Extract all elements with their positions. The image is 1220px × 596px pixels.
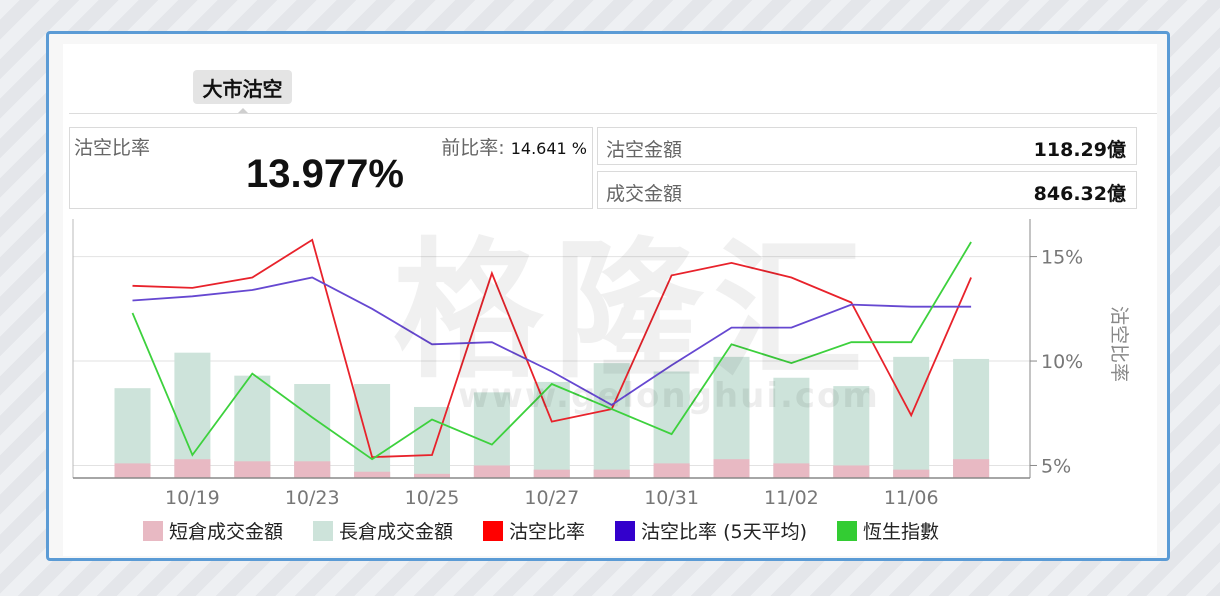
x-tick-label: 10/27 (524, 487, 579, 509)
short-turnover-bar-front (773, 463, 810, 478)
legend-swatch (837, 520, 858, 541)
short-turnover-bar-front (114, 463, 151, 478)
short-turnover-bar-front (473, 465, 510, 478)
long-turnover-bar (354, 384, 391, 478)
legend-label: 恆生指數 (863, 521, 940, 543)
short-turnover-bar-front (833, 465, 870, 478)
legend-swatch (313, 520, 334, 541)
y-tick-label: 10% (1041, 351, 1083, 373)
short-turnover-bar-front (354, 471, 391, 478)
short-turnover-bar-front (653, 463, 690, 478)
x-tick-label: 10/25 (405, 487, 460, 509)
long-turnover-bar (773, 377, 810, 478)
legend-label: 沽空比率 (5天平均) (641, 521, 808, 543)
short-turnover-bar-front (174, 459, 211, 478)
short-selling-chart: 15% 10% 5% 10/19 10/23 10/25 10/27 10/31 11/02 11… (72, 219, 1130, 509)
short-turnover-bar-front (953, 459, 990, 478)
widget-panel: 大市沽空 沽空比率 前比率: 14.641 % 13.977% 沽空金額 118… (63, 44, 1157, 556)
long-turnover-bar (833, 386, 870, 478)
legend-item: 長倉成交金額 (313, 517, 453, 544)
long-turnover-bar (893, 356, 930, 478)
chart-legend: 短倉成交金額 長倉成交金額 沽空比率 沽空比率 (5天平均) 恆生指數 (143, 517, 939, 544)
legend-item: 沽空比率 (483, 517, 585, 544)
short-turnover-bar-front (893, 469, 930, 478)
y-tick-label: 5% (1041, 455, 1071, 477)
x-tick-label: 10/31 (644, 487, 699, 509)
legend-swatch (483, 520, 504, 541)
short-turnover-bar-front (533, 469, 570, 478)
legend-swatch (143, 520, 163, 541)
legend-item: 沽空比率 (5天平均) (615, 517, 807, 544)
short-turnover-bar-front (713, 459, 750, 478)
y-tick-label: 15% (1041, 247, 1083, 269)
long-turnover-bar (653, 371, 690, 478)
y-axis-title: 沽空比率 (1108, 306, 1130, 382)
legend-label: 長倉成交金額 (339, 521, 454, 543)
short-turnover-bar-front (593, 469, 630, 478)
x-tick-label: 11/02 (764, 487, 819, 509)
legend-item: 恆生指數 (837, 517, 939, 544)
legend-swatch (615, 520, 636, 541)
x-tick-label: 10/19 (165, 487, 220, 509)
widget-frame: 大市沽空 沽空比率 前比率: 14.641 % 13.977% 沽空金額 118… (46, 31, 1170, 561)
short-turnover-bar-front (294, 461, 331, 478)
short-turnover-bar-front (234, 461, 271, 478)
legend-item: 短倉成交金額 (143, 517, 283, 544)
x-tick-label: 11/06 (884, 487, 939, 509)
x-tick-label: 10/23 (285, 487, 340, 509)
legend-label: 沽空比率 (509, 521, 586, 543)
legend-label: 短倉成交金額 (169, 521, 284, 543)
long-turnover-bar (473, 392, 510, 478)
